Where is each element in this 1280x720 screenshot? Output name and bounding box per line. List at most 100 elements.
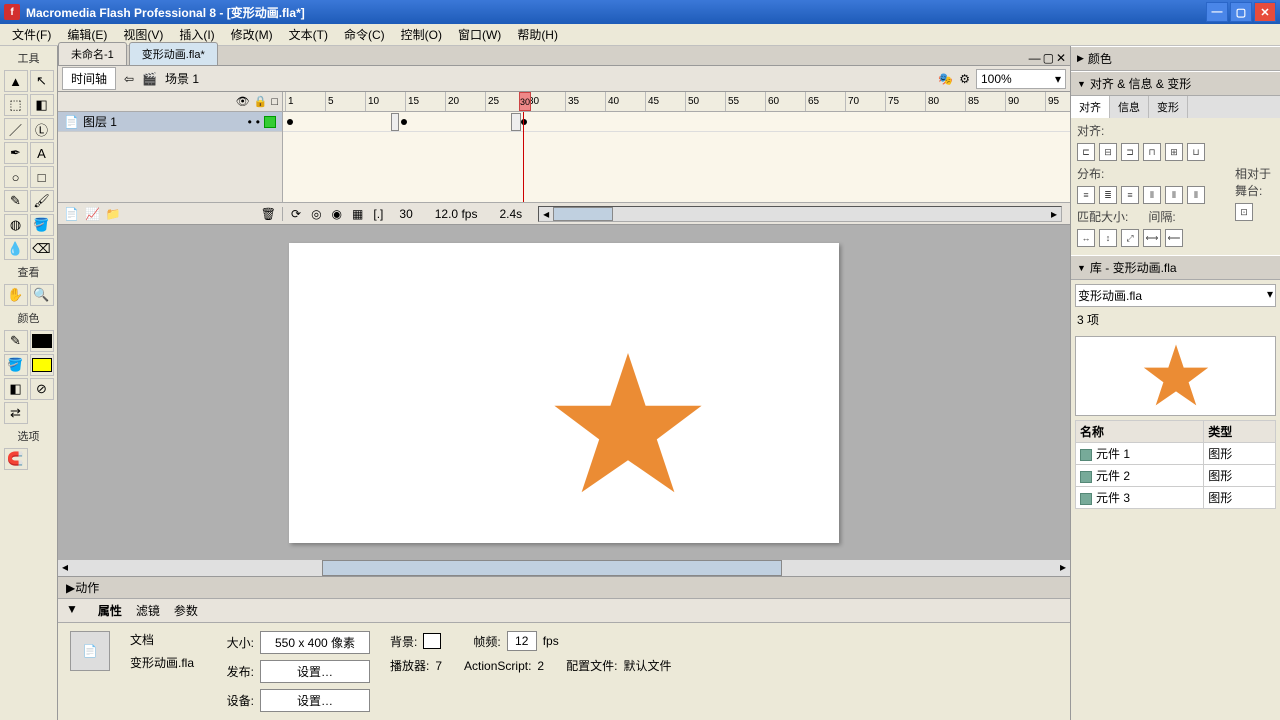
snap-option[interactable]: 🧲 bbox=[4, 448, 28, 470]
black-white-btn[interactable]: ◧ bbox=[4, 378, 28, 400]
doc-minimize-icon[interactable]: — bbox=[1029, 51, 1041, 65]
timeline-frames[interactable] bbox=[283, 112, 1070, 202]
rectangle-tool[interactable]: □ bbox=[30, 166, 54, 188]
swap-colors-btn[interactable]: ⇄ bbox=[4, 402, 28, 424]
doc-tab-2[interactable]: 变形动画.fla* bbox=[129, 42, 218, 65]
new-folder-icon[interactable]: 📁 bbox=[106, 207, 121, 221]
delete-layer-icon[interactable]: 🗑 bbox=[261, 207, 276, 221]
oval-tool[interactable]: ○ bbox=[4, 166, 28, 188]
new-layer-icon[interactable]: 📄 bbox=[64, 207, 79, 221]
doc-tab-1[interactable]: 未命名-1 bbox=[58, 42, 127, 65]
menu-commands[interactable]: 命令(C) bbox=[336, 24, 393, 45]
keyframe[interactable] bbox=[521, 119, 527, 125]
outline-icon[interactable]: □ bbox=[271, 96, 278, 108]
playhead-marker[interactable]: 30 bbox=[519, 92, 531, 111]
library-panel-header[interactable]: ▼库 - 变形动画.fla bbox=[1071, 255, 1280, 280]
free-transform-tool[interactable]: ⬚ bbox=[4, 94, 28, 116]
pencil-tool[interactable]: ✎ bbox=[4, 190, 28, 212]
eye-icon[interactable]: 👁 bbox=[236, 95, 250, 108]
menu-modify[interactable]: 修改(M) bbox=[223, 24, 281, 45]
tab-params[interactable]: 参数 bbox=[174, 602, 198, 619]
align-right-icon[interactable]: ⊐ bbox=[1121, 143, 1139, 161]
tab-info[interactable]: 信息 bbox=[1110, 96, 1149, 118]
library-item[interactable]: 元件 1图形 bbox=[1076, 443, 1276, 465]
layer-outline-swatch[interactable] bbox=[264, 116, 276, 128]
close-button[interactable]: ✕ bbox=[1254, 2, 1276, 22]
star-shape[interactable] bbox=[548, 345, 708, 505]
back-icon[interactable]: ⇦ bbox=[124, 72, 134, 86]
minimize-button[interactable]: — bbox=[1206, 2, 1228, 22]
doc-close-icon[interactable]: ✕ bbox=[1056, 51, 1066, 65]
library-item[interactable]: 元件 2图形 bbox=[1076, 465, 1276, 487]
fps-input[interactable] bbox=[507, 631, 537, 651]
edit-multiple-frames-icon[interactable]: ▦ bbox=[352, 207, 363, 221]
edit-symbols-icon[interactable]: ⚙ bbox=[959, 72, 970, 86]
layer-visible-dot[interactable]: • bbox=[248, 115, 252, 129]
playhead-line[interactable] bbox=[523, 112, 524, 202]
collapse-icon[interactable]: ▼ bbox=[66, 602, 78, 619]
edit-scene-icon[interactable]: 🎭 bbox=[938, 72, 953, 86]
brush-tool[interactable]: 🖌 bbox=[30, 190, 54, 212]
maximize-button[interactable]: ▢ bbox=[1230, 2, 1252, 22]
layer-lock-dot[interactable]: • bbox=[256, 115, 260, 129]
stroke-color[interactable]: ✎ bbox=[4, 330, 28, 352]
match-both-icon[interactable]: ⤢ bbox=[1121, 229, 1139, 247]
zoom-select[interactable]: 100%▾ bbox=[976, 69, 1066, 89]
timeline-scrollbar[interactable]: ◂ ▸ bbox=[538, 206, 1062, 222]
tab-align[interactable]: 对齐 bbox=[1071, 96, 1110, 118]
align-top-icon[interactable]: ⊓ bbox=[1143, 143, 1161, 161]
fill-color[interactable]: 🪣 bbox=[4, 354, 28, 376]
menu-window[interactable]: 窗口(W) bbox=[450, 24, 509, 45]
onion-skin-icon[interactable]: ◎ bbox=[311, 207, 321, 221]
distribute-left-icon[interactable]: ⦀ bbox=[1143, 186, 1161, 204]
stage[interactable] bbox=[289, 243, 839, 543]
distribute-bottom-icon[interactable]: ≡ bbox=[1121, 186, 1139, 204]
tab-properties[interactable]: 属性 bbox=[98, 602, 122, 619]
canvas-area[interactable] bbox=[58, 225, 1070, 560]
match-width-icon[interactable]: ↔ bbox=[1077, 229, 1095, 247]
fill-swatch[interactable] bbox=[30, 354, 54, 376]
no-color-btn[interactable]: ⊘ bbox=[30, 378, 54, 400]
menu-control[interactable]: 控制(O) bbox=[393, 24, 450, 45]
lib-col-name[interactable]: 名称 bbox=[1076, 421, 1204, 443]
menu-text[interactable]: 文本(T) bbox=[281, 24, 336, 45]
modify-onion-markers-icon[interactable]: [.] bbox=[373, 207, 383, 221]
timeline-toggle-button[interactable]: 时间轴 bbox=[62, 67, 116, 90]
menu-help[interactable]: 帮助(H) bbox=[509, 24, 566, 45]
tab-transform[interactable]: 变形 bbox=[1149, 96, 1188, 118]
match-height-icon[interactable]: ↕ bbox=[1099, 229, 1117, 247]
doc-restore-icon[interactable]: ▢ bbox=[1043, 51, 1054, 65]
canvas-hscroll[interactable]: ◂ ▸ bbox=[58, 560, 1070, 576]
text-tool[interactable]: A bbox=[30, 142, 54, 164]
distribute-vcenter-icon[interactable]: ≣ bbox=[1099, 186, 1117, 204]
align-panel-header[interactable]: ▼对齐 & 信息 & 变形 bbox=[1071, 71, 1280, 96]
zoom-tool[interactable]: 🔍 bbox=[30, 284, 54, 306]
timeline-ruler[interactable]: 1510152025303540455055606570758085909530 bbox=[283, 92, 1070, 111]
space-v-icon[interactable]: ⟵ bbox=[1165, 229, 1183, 247]
align-bottom-icon[interactable]: ⊔ bbox=[1187, 143, 1205, 161]
eyedropper-tool[interactable]: 💧 bbox=[4, 238, 28, 260]
pen-tool[interactable]: ✒ bbox=[4, 142, 28, 164]
bg-color-swatch[interactable] bbox=[423, 633, 441, 649]
line-tool[interactable]: ／ bbox=[4, 118, 28, 140]
align-left-icon[interactable]: ⊏ bbox=[1077, 143, 1095, 161]
align-hcenter-icon[interactable]: ⊟ bbox=[1099, 143, 1117, 161]
lock-icon[interactable]: 🔒 bbox=[254, 95, 268, 108]
paint-bucket-tool[interactable]: 🪣 bbox=[30, 214, 54, 236]
distribute-top-icon[interactable]: ≡ bbox=[1077, 186, 1095, 204]
lasso-tool[interactable]: Ⓛ bbox=[30, 118, 54, 140]
actions-panel-header[interactable]: ▶ 动作 bbox=[58, 577, 1070, 599]
onion-skin-outline-icon[interactable]: ◉ bbox=[332, 207, 342, 221]
keyframe[interactable] bbox=[401, 119, 407, 125]
keyframe[interactable] bbox=[511, 113, 521, 131]
gradient-transform-tool[interactable]: ◧ bbox=[30, 94, 54, 116]
keyframe[interactable] bbox=[287, 119, 293, 125]
publish-settings-button[interactable]: 设置… bbox=[260, 660, 370, 683]
eraser-tool[interactable]: ⌫ bbox=[30, 238, 54, 260]
distribute-right-icon[interactable]: ⦀ bbox=[1187, 186, 1205, 204]
color-panel-header[interactable]: ▶颜色 bbox=[1071, 46, 1280, 71]
ink-bottle-tool[interactable]: ◍ bbox=[4, 214, 28, 236]
subselection-tool[interactable]: ↖ bbox=[30, 70, 54, 92]
layer-row[interactable]: 📄 图层 1 • • bbox=[58, 112, 282, 132]
selection-tool[interactable]: ▲ bbox=[4, 70, 28, 92]
